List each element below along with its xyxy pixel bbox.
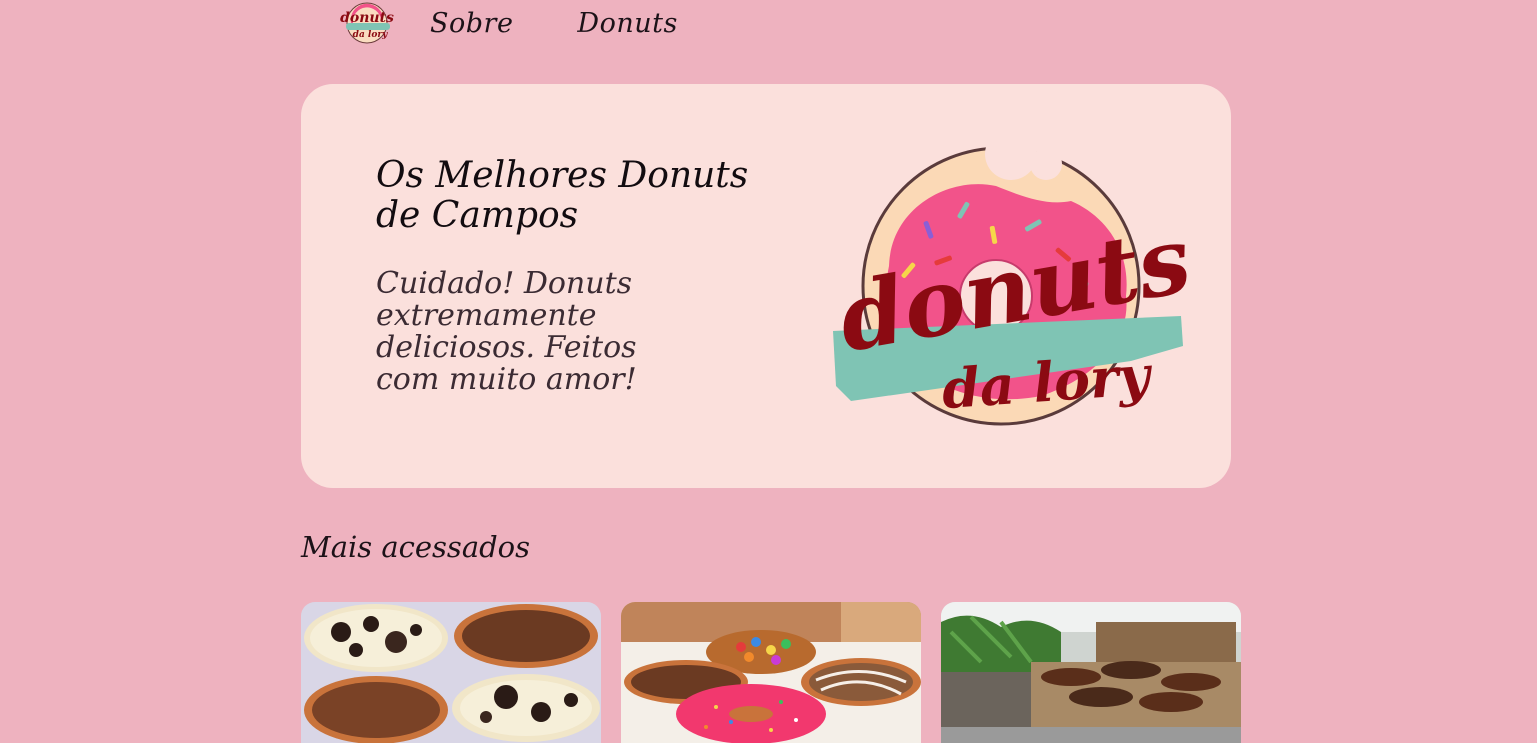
- donut-photo-2: [621, 602, 921, 743]
- donut-card-oreo-nutella[interactable]: [301, 602, 601, 743]
- donut-card-plant-box[interactable]: [941, 602, 1241, 743]
- section-title-mais-acessados: Mais acessados: [301, 530, 531, 564]
- top-nav: donuts da lory Sobre Donuts: [338, 0, 678, 46]
- donut-card-colorful-box[interactable]: [621, 602, 921, 743]
- svg-text:da lory: da lory: [353, 30, 388, 40]
- hero-card: Os Melhores Donuts de Campos Cuidado! Do…: [301, 84, 1231, 488]
- hero-subtitle: Cuidado! Donuts extremamente deliciosos.…: [376, 266, 637, 397]
- svg-text:donuts: donuts: [340, 10, 394, 26]
- logo-text-da-lory: da lory: [940, 343, 1155, 422]
- donut-photo-3: [941, 602, 1241, 743]
- donut-photo-1: [301, 602, 601, 743]
- nav-link-sobre[interactable]: Sobre: [430, 8, 513, 39]
- hero-title: Os Melhores Donuts de Campos: [376, 155, 749, 236]
- brand-logo-icon[interactable]: donuts da lory: [338, 1, 396, 45]
- donuts-da-lory-logo: donuts da lory: [831, 146, 1191, 426]
- nav-link-donuts[interactable]: Donuts: [577, 8, 677, 39]
- donut-card-list: [301, 602, 1241, 743]
